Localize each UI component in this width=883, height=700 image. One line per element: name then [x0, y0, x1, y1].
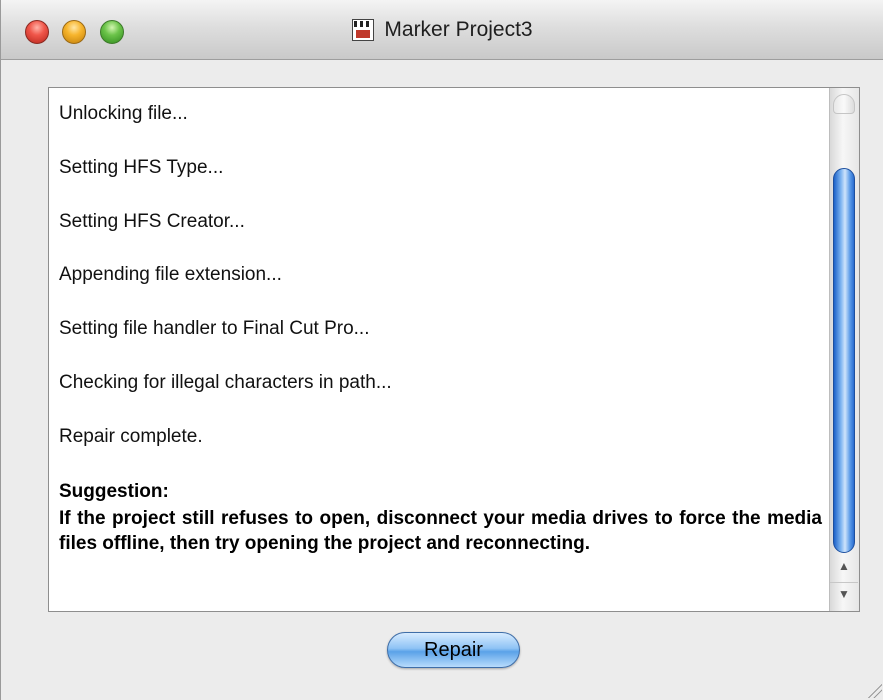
scrollbar-track-cap	[833, 94, 855, 114]
final-cut-project-file-icon	[352, 19, 375, 41]
scrollbar-thumb[interactable]	[833, 168, 855, 553]
log-text-view[interactable]: Unlocking file... Setting HFS Type... Se…	[48, 87, 860, 612]
repair-button[interactable]: Repair	[387, 632, 520, 668]
window-title: Marker Project3	[384, 18, 533, 41]
suggestion-heading: Suggestion:	[59, 481, 169, 502]
log-line: Setting HFS Type...	[59, 157, 224, 178]
scroll-up-arrow-icon[interactable]: ▲	[830, 555, 858, 577]
log-line: Repair complete.	[59, 426, 203, 447]
log-line: Setting HFS Creator...	[59, 211, 245, 232]
log-line: Appending file extension...	[59, 264, 282, 285]
log-line: Setting file handler to Final Cut Pro...	[59, 318, 370, 339]
title-bar[interactable]: Marker Project3	[1, 0, 883, 60]
log-line: Unlocking file...	[59, 103, 188, 124]
repair-window: Marker Project3 Unlocking file... Settin…	[0, 0, 883, 700]
log-line: Checking for illegal characters in path.…	[59, 372, 392, 393]
scroll-down-arrow-icon[interactable]: ▼	[830, 582, 858, 605]
suggestion-text: If the project still refuses to open, di…	[59, 508, 822, 554]
resize-grip-icon[interactable]	[866, 682, 882, 698]
window-title-group: Marker Project3	[1, 0, 883, 60]
vertical-scrollbar[interactable]: ▲ ▼	[829, 88, 859, 611]
